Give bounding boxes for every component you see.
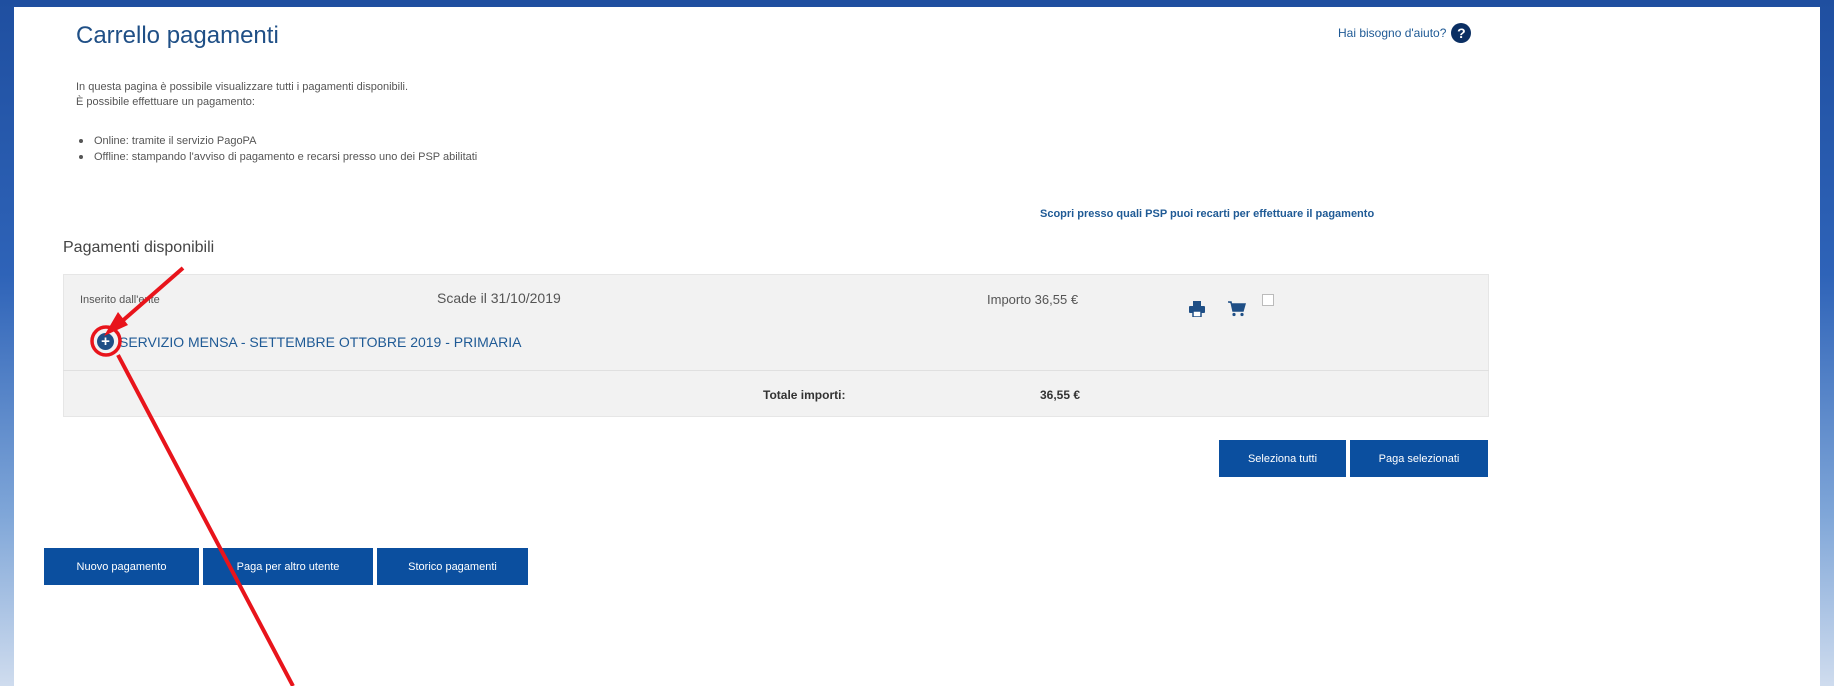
question-circle-icon[interactable]: ? xyxy=(1451,23,1472,43)
payment-due-date: Scade il 31/10/2019 xyxy=(437,290,561,306)
help-link[interactable]: Hai bisogno d'aiuto? ? xyxy=(1338,23,1472,43)
plus-circle-icon[interactable]: + xyxy=(97,333,114,350)
list-item: Online: tramite il servizio PagoPA xyxy=(76,133,477,149)
payment-history-button[interactable]: Storico pagamenti xyxy=(377,548,528,585)
page-title: Carrello pagamenti xyxy=(76,22,279,49)
window-frame-left xyxy=(0,0,14,686)
pay-other-user-button[interactable]: Paga per altro utente xyxy=(203,548,373,585)
totals-value: 36,55 € xyxy=(1040,388,1081,402)
list-item: Offline: stampando l'avviso di pagamento… xyxy=(76,149,477,165)
pay-selected-button[interactable]: Paga selezionati xyxy=(1350,440,1488,477)
intro-line-2: È possibile effettuare un pagamento: xyxy=(76,96,255,108)
help-text[interactable]: Hai bisogno d'aiuto? xyxy=(1338,26,1446,40)
payment-source: Inserito dall'ente xyxy=(80,294,160,306)
payment-select-checkbox[interactable] xyxy=(1262,294,1274,306)
window-frame-right xyxy=(1820,0,1834,686)
psp-info-link[interactable]: Scopri presso quali PSP puoi recarti per… xyxy=(1040,208,1374,220)
row-divider xyxy=(63,370,1489,371)
totals-label: Totale importi: xyxy=(763,388,846,402)
section-title: Pagamenti disponibili xyxy=(63,239,215,256)
payment-description[interactable]: SERVIZIO MENSA - SETTEMBRE OTTOBRE 2019 … xyxy=(119,334,521,350)
window-frame-top xyxy=(0,0,1834,7)
intro-text: In questa pagina è possibile visualizzar… xyxy=(76,80,408,110)
payment-methods-list: Online: tramite il servizio PagoPA Offli… xyxy=(76,133,477,165)
payment-amount: Importo 36,55 € xyxy=(987,292,1079,307)
select-all-button[interactable]: Seleziona tutti xyxy=(1219,440,1346,477)
print-icon[interactable] xyxy=(1188,301,1206,317)
cart-icon[interactable] xyxy=(1228,301,1246,317)
new-payment-button[interactable]: Nuovo pagamento xyxy=(44,548,199,585)
intro-line-1: In questa pagina è possibile visualizzar… xyxy=(76,81,409,93)
